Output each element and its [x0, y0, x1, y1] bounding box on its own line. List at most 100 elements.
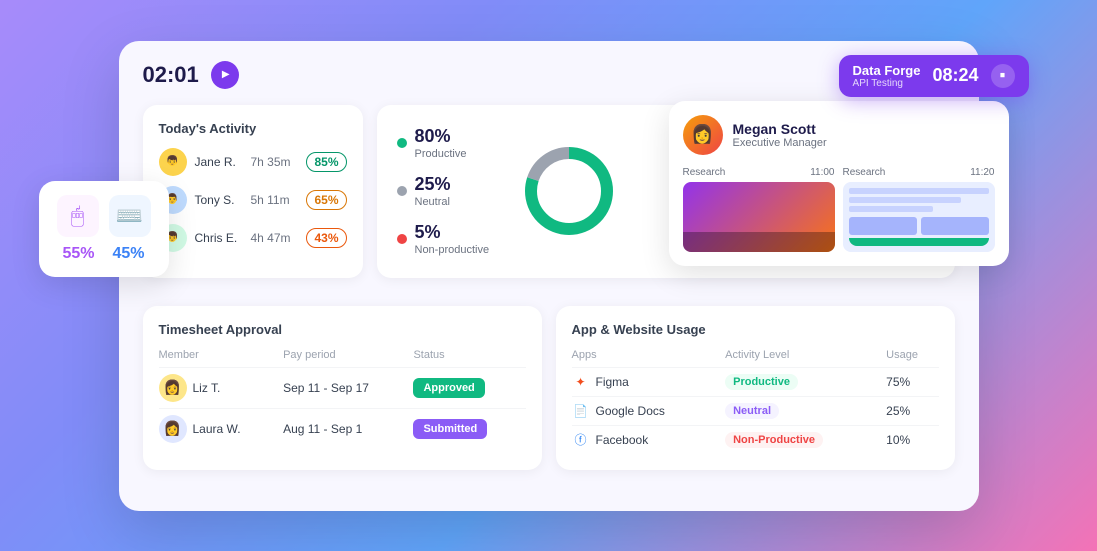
taskbar	[683, 232, 835, 252]
screenshot-thumb[interactable]	[843, 182, 995, 252]
status-badge: Submitted	[413, 419, 487, 439]
col-apps: Apps	[572, 349, 726, 368]
activity-title: Today's Activity	[159, 121, 347, 136]
nonproductive-dot	[397, 234, 407, 244]
top-bar: 02:01	[143, 61, 955, 89]
col-period: Pay period	[283, 349, 413, 368]
activity-level: Non-Productive	[725, 432, 823, 448]
activity-card: Today's Activity 👦 Jane R. 7h 35m 85% 👨 …	[143, 105, 363, 278]
member-name: Laura W.	[193, 422, 241, 436]
neutral-label: Neutral	[415, 196, 451, 208]
stop-button[interactable]	[991, 64, 1015, 88]
green-bar	[849, 238, 989, 246]
forge-timer: 08:24	[932, 65, 978, 86]
app-usage-card: App & Website Usage Apps Activity Level …	[556, 306, 955, 470]
app-name-cell: ⓕ Facebook	[572, 425, 726, 454]
app-name: Facebook	[596, 433, 649, 447]
forge-subtitle: API Testing	[853, 78, 921, 89]
bottom-grid: Timesheet Approval Member Pay period Sta…	[143, 306, 955, 470]
member-percent: 43%	[306, 228, 346, 248]
input-usage-card: 🖱 ⌨️ 55% 45%	[39, 181, 169, 277]
timesheet-table: Member Pay period Status 👩 Liz T. S	[159, 349, 526, 449]
activity-cell: Neutral	[725, 396, 886, 425]
profile-avatar: 👩	[683, 115, 723, 155]
period-cell: Aug 11 - Sep 1	[283, 408, 413, 449]
input-icons: 🖱 ⌨️	[57, 195, 151, 237]
table-row: ✦ Figma Productive 75%	[572, 367, 939, 396]
table-row: 👦 Jane R. 7h 35m 85%	[159, 148, 347, 176]
productive-label: Productive	[415, 148, 467, 160]
table-row: 👨 Tony S. 5h 11m 65%	[159, 186, 347, 214]
member-cell: 👩 Laura W.	[159, 408, 284, 449]
table-row: 👦 Chris E. 4h 47m 43%	[159, 224, 347, 252]
screenshot-time: 11:20	[970, 167, 994, 178]
screenshots-row: Research 11:00 Research 11:20	[683, 167, 995, 252]
member-percent: 85%	[306, 152, 346, 172]
member-name: Jane R.	[195, 155, 243, 169]
timesheet-title: Timesheet Approval	[159, 322, 526, 337]
screenshot-title: Research	[683, 167, 726, 178]
app-name-cell: ✦ Figma	[572, 367, 726, 396]
session-timer: 02:01	[143, 62, 199, 88]
status-cell: Submitted	[413, 408, 525, 449]
productivity-stats: 80% Productive 25% Neutral 5% Non-prod	[397, 126, 490, 256]
cell	[921, 217, 989, 235]
activity-level: Neutral	[725, 403, 779, 419]
status-badge: Approved	[413, 378, 484, 398]
status-cell: Approved	[413, 367, 525, 408]
app-name: Google Docs	[596, 404, 665, 418]
member-time: 5h 11m	[250, 193, 298, 207]
member-cell: 👩 Liz T.	[159, 367, 284, 408]
googledocs-icon: 📄	[572, 402, 590, 420]
activity-cell: Productive	[725, 367, 886, 396]
forge-badge: Data Forge API Testing 08:24	[839, 55, 1029, 97]
figma-icon: ✦	[572, 373, 590, 391]
profile-header: 👩 Megan Scott Executive Manager	[683, 115, 995, 155]
screenshot-item: Research 11:20	[843, 167, 995, 252]
member-percent: 65%	[306, 190, 346, 210]
screenshot-label: Research 11:20	[843, 167, 995, 178]
prod-item-nonproductive: 5% Non-productive	[397, 222, 490, 256]
prod-item-neutral: 25% Neutral	[397, 174, 490, 208]
timesheet-card: Timesheet Approval Member Pay period Sta…	[143, 306, 542, 470]
period-cell: Sep 11 - Sep 17	[283, 367, 413, 408]
productive-dot	[397, 138, 407, 148]
facebook-icon: ⓕ	[572, 431, 590, 449]
screenshot-item: Research 11:00	[683, 167, 835, 252]
neutral-dot	[397, 186, 407, 196]
line	[849, 188, 989, 194]
app-usage-title: App & Website Usage	[572, 322, 939, 337]
app-usage-table: Apps Activity Level Usage ✦ Figma	[572, 349, 939, 454]
neutral-percent: 25%	[415, 174, 451, 195]
member-name: Tony S.	[195, 193, 243, 207]
forge-name: Data Forge	[853, 63, 921, 78]
forge-info: Data Forge API Testing	[853, 63, 921, 89]
activity-cell: Non-Productive	[725, 425, 886, 454]
nonproductive-percent: 5%	[415, 222, 490, 243]
col-activity: Activity Level	[725, 349, 886, 368]
profile-info: Megan Scott Executive Manager	[733, 121, 827, 149]
avatar: 👩	[159, 415, 187, 443]
member-time: 7h 35m	[250, 155, 298, 169]
app-name-cell: 📄 Google Docs	[572, 396, 726, 425]
table-row: 👩 Liz T. Sep 11 - Sep 17 Approved	[159, 367, 526, 408]
input-percents: 55% 45%	[62, 245, 144, 263]
member-name: Chris E.	[195, 231, 243, 245]
keyboard-percent: 45%	[113, 245, 145, 263]
col-member: Member	[159, 349, 284, 368]
activity-level: Productive	[725, 374, 798, 390]
screenshot-label: Research 11:00	[683, 167, 835, 178]
play-button[interactable]	[211, 61, 239, 89]
profile-name: Megan Scott	[733, 121, 827, 137]
line	[849, 206, 933, 212]
table-row: 📄 Google Docs Neutral 25%	[572, 396, 939, 425]
col-status: Status	[413, 349, 525, 368]
screenshot-thumb[interactable]	[683, 182, 835, 252]
mouse-icon: 🖱	[57, 195, 99, 237]
thumb-grid	[849, 217, 989, 235]
table-row: 👩 Laura W. Aug 11 - Sep 1 Submitted	[159, 408, 526, 449]
cell	[849, 217, 917, 235]
mouse-percent: 55%	[62, 245, 94, 263]
avatar: 👩	[159, 374, 187, 402]
app-name: Figma	[596, 375, 629, 389]
